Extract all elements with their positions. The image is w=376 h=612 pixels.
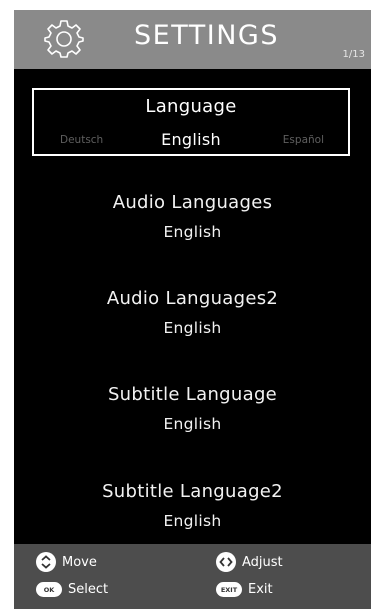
menu-item-value: English bbox=[163, 223, 222, 241]
hint-adjust: Adjust bbox=[216, 552, 283, 572]
menu-item-label: Language bbox=[145, 96, 237, 117]
page-indicator: 1/13 bbox=[342, 49, 365, 60]
menu-item-value: English bbox=[163, 319, 222, 337]
menu-item-subtitle-language2[interactable]: Subtitle Language2 English bbox=[14, 481, 371, 530]
header-bar: SETTINGS 1/13 bbox=[14, 10, 371, 69]
menu-item-value: English bbox=[163, 415, 222, 433]
hint-exit: EXIT Exit bbox=[216, 582, 273, 597]
hint-move: Move bbox=[36, 552, 97, 572]
next-option: Español bbox=[282, 134, 324, 146]
exit-button-icon: EXIT bbox=[216, 582, 242, 597]
up-down-arrows-icon bbox=[36, 552, 56, 572]
hint-adjust-label: Adjust bbox=[242, 554, 283, 570]
page-title: SETTINGS bbox=[134, 20, 279, 51]
hint-select-label: Select bbox=[68, 582, 109, 597]
menu-item-subtitle-language[interactable]: Subtitle Language English bbox=[14, 384, 371, 433]
menu-item-label: Subtitle Language bbox=[107, 384, 278, 405]
left-right-arrows-icon bbox=[216, 552, 236, 572]
menu-item-value: English bbox=[163, 512, 222, 530]
gear-icon bbox=[44, 19, 84, 59]
footer-hints: Move Adjust OK Select EXIT Exit bbox=[14, 544, 371, 609]
menu-item-label: Audio Languages2 bbox=[106, 288, 279, 309]
menu-item-label: Audio Languages bbox=[112, 192, 273, 213]
hint-move-label: Move bbox=[62, 554, 97, 570]
settings-screen: SETTINGS 1/13 Language Deutsch English E… bbox=[14, 10, 371, 609]
menu-item-audio-languages2[interactable]: Audio Languages2 English bbox=[14, 288, 371, 337]
menu-item-audio-languages[interactable]: Audio Languages English bbox=[14, 192, 371, 241]
menu-item-label: Subtitle Language2 bbox=[102, 481, 283, 502]
hint-exit-label: Exit bbox=[248, 582, 273, 597]
hint-select: OK Select bbox=[36, 582, 108, 597]
ok-button-icon: OK bbox=[36, 582, 62, 597]
menu-item-language[interactable]: Language Deutsch English Español bbox=[32, 88, 350, 156]
